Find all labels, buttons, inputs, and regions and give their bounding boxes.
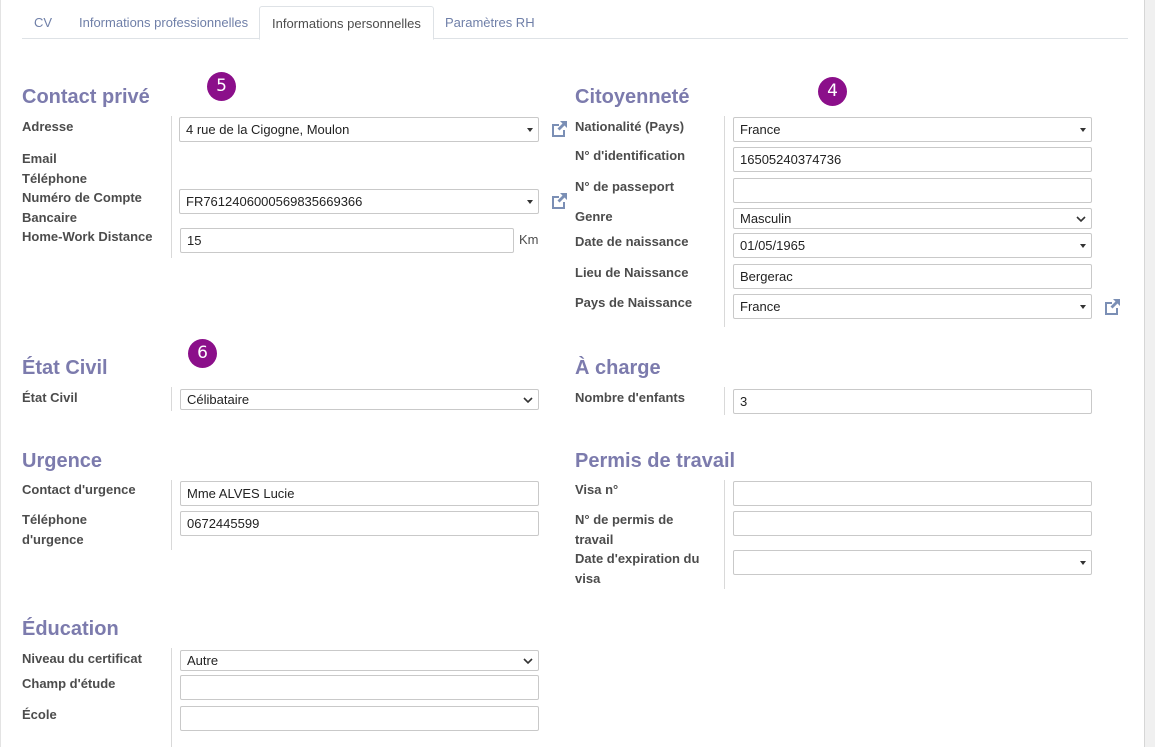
visa-expiry-label: Date d'expiration du (575, 551, 700, 566)
external-link-icon[interactable] (549, 119, 569, 139)
emergency-phone-input[interactable]: 0672445599 (180, 511, 539, 536)
phone-label: Téléphone (22, 171, 88, 186)
birthplace-input[interactable]: Bergerac (733, 264, 1092, 289)
external-link-icon[interactable] (1102, 297, 1122, 317)
tab-hr-settings[interactable]: Paramètres RH (433, 6, 547, 39)
identification-number-input[interactable]: 16505240374736 (733, 147, 1092, 172)
school-label: École (22, 707, 57, 722)
chevron-down-icon (523, 396, 533, 403)
home-work-distance-label: Home-Work Distance (22, 229, 153, 244)
birth-country-select[interactable]: France (733, 294, 1092, 319)
step-badge-4: 4 (818, 77, 847, 106)
birthdate-label: Date de naissance (575, 234, 689, 249)
visa-expiry-label-line2: visa (575, 571, 601, 586)
distance-unit: Km (519, 232, 539, 247)
study-field-input[interactable] (180, 675, 539, 700)
birth-country-label: Pays de Naissance (575, 295, 693, 310)
section-citizenship-title: Citoyenneté (575, 86, 690, 108)
visa-number-input[interactable] (733, 481, 1092, 506)
civil-status-select[interactable]: Célibataire (180, 389, 539, 410)
label-separator (724, 387, 725, 415)
bank-account-value: FR7612406000569835669366 (186, 194, 363, 209)
passport-number-input[interactable] (733, 178, 1092, 203)
section-emergency-title: Urgence (22, 450, 103, 472)
work-permit-number-label-line2: travail (575, 532, 614, 547)
label-separator (171, 116, 172, 258)
gender-label: Genre (575, 209, 613, 224)
visa-expiry-picker[interactable] (733, 550, 1092, 575)
section-dependents-title: À charge (575, 357, 661, 379)
label-separator (171, 648, 172, 747)
birthplace-label: Lieu de Naissance (575, 265, 689, 280)
address-label: Adresse (22, 119, 74, 134)
civil-status-value: Célibataire (187, 392, 250, 407)
gender-value: Masculin (740, 211, 792, 226)
work-permit-number-label: N° de permis de (575, 512, 674, 527)
label-separator (171, 480, 172, 550)
caret-down-icon (527, 199, 533, 204)
tab-professional-info[interactable]: Informations professionnelles (67, 6, 260, 39)
emergency-phone-label: Téléphone (22, 512, 88, 527)
external-link-icon[interactable] (549, 191, 569, 211)
form-sheet (0, 0, 1145, 747)
identification-number-label: N° d'identification (575, 148, 686, 163)
caret-down-icon (1080, 127, 1086, 132)
passport-number-label: N° de passeport (575, 179, 675, 194)
chevron-down-icon (1076, 215, 1086, 222)
gender-select[interactable]: Masculin (733, 208, 1092, 229)
emergency-contact-input[interactable]: Mme ALVES Lucie (180, 481, 539, 506)
label-separator (724, 116, 725, 327)
certificate-level-select[interactable]: Autre (180, 650, 539, 671)
caret-down-icon (1080, 243, 1086, 248)
notebook-tabs: CV Informations professionnelles Informa… (22, 6, 1128, 40)
school-input[interactable] (180, 706, 539, 731)
emergency-phone-label-line2: d'urgence (22, 532, 84, 547)
step-badge-6: 6 (188, 339, 217, 368)
section-civil-status-title: État Civil (22, 357, 108, 379)
section-education-title: Éducation (22, 618, 119, 640)
chevron-down-icon (523, 657, 533, 664)
tab-personal-info[interactable]: Informations personnelles (259, 6, 434, 40)
birthdate-value: 01/05/1965 (740, 238, 806, 253)
nationality-value: France (740, 122, 781, 137)
nationality-label: Nationalité (Pays) (575, 119, 685, 134)
scroll-gutter (1145, 0, 1155, 747)
certificate-level-label: Niveau du certificat (22, 651, 142, 666)
tab-cv[interactable]: CV (22, 6, 64, 39)
children-count-label: Nombre d'enfants (575, 390, 685, 405)
emergency-contact-label: Contact d'urgence (22, 482, 136, 497)
address-select[interactable]: 4 rue de la Cigogne, Moulon (179, 117, 539, 142)
step-badge-5: 5 (207, 72, 236, 101)
children-count-input[interactable]: 3 (733, 389, 1092, 414)
study-field-label: Champ d'étude (22, 676, 116, 691)
label-separator (171, 387, 172, 411)
bank-account-label-line2: Bancaire (22, 210, 77, 225)
birthdate-picker[interactable]: 01/05/1965 (733, 233, 1092, 258)
visa-number-label: Visa n° (575, 482, 619, 497)
email-label: Email (22, 151, 57, 166)
bank-account-select[interactable]: FR7612406000569835669366 (179, 189, 539, 214)
civil-status-label: État Civil (22, 390, 78, 405)
home-work-distance-input[interactable]: 15 (180, 228, 514, 253)
section-work-permit-title: Permis de travail (575, 450, 736, 472)
bank-account-label: Numéro de Compte (22, 190, 142, 205)
label-separator (724, 480, 725, 589)
section-private-contact-title: Contact privé (22, 86, 150, 108)
certificate-level-value: Autre (187, 653, 219, 668)
address-value: 4 rue de la Cigogne, Moulon (186, 122, 350, 137)
birth-country-value: France (740, 299, 781, 314)
caret-down-icon (527, 127, 533, 132)
caret-down-icon (1080, 304, 1086, 309)
work-permit-number-input[interactable] (733, 511, 1092, 536)
caret-down-icon (1080, 560, 1086, 565)
nationality-select[interactable]: France (733, 117, 1092, 142)
